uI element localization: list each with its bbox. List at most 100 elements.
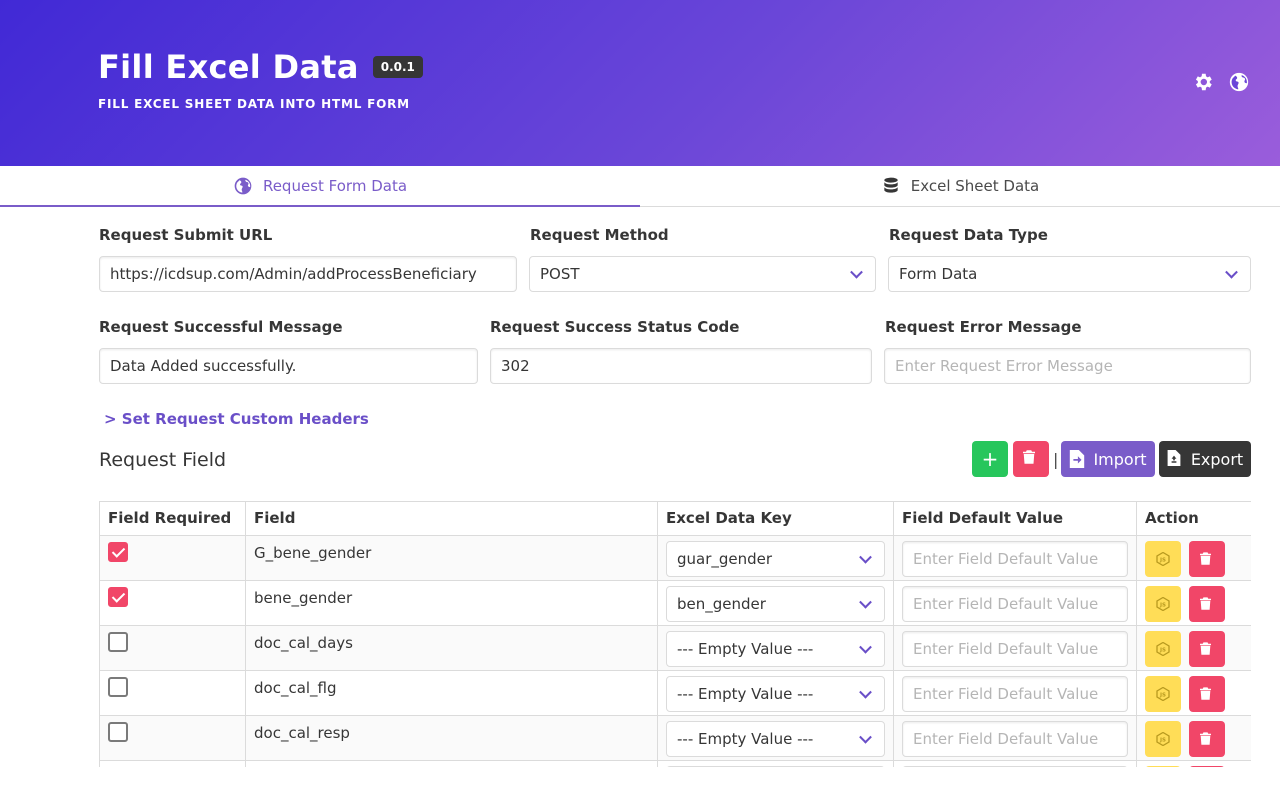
success-code-input[interactable] [490, 348, 872, 384]
field-required-checkbox[interactable] [108, 541, 128, 562]
js-script-button[interactable]: JS [1145, 585, 1181, 622]
error-message-input[interactable] [884, 348, 1251, 384]
field-required-checkbox[interactable] [108, 676, 128, 697]
toolbar-separator: | [1053, 450, 1059, 469]
chevron-down-icon [859, 685, 872, 699]
trash-icon [1200, 641, 1214, 656]
column-header: Field Required [99, 502, 246, 536]
default-value-cell [893, 669, 1137, 716]
tab-excel-sheet-data[interactable]: Excel Sheet Data [640, 166, 1280, 206]
method-select[interactable]: POST [529, 256, 876, 292]
default-value-cell [893, 579, 1137, 626]
globe-icon [233, 176, 253, 196]
request-field-table: Field Required Field Excel Data Key Fiel… [99, 501, 1251, 767]
delete-row-button[interactable] [1189, 720, 1225, 757]
required-cell [99, 759, 246, 767]
import-button[interactable]: Import [1061, 441, 1155, 477]
column-header: Field [245, 502, 658, 536]
default-value-input[interactable] [902, 585, 1128, 622]
field-cell: bene_gender [245, 579, 658, 626]
globe-icon[interactable] [1228, 71, 1250, 93]
default-value-input[interactable] [902, 540, 1128, 577]
default-value-cell [893, 534, 1137, 581]
success-message-label: Request Successful Message [99, 318, 343, 336]
export-button[interactable]: Export [1159, 441, 1251, 477]
js-icon: JS [1156, 731, 1170, 746]
data-type-label: Request Data Type [889, 226, 1048, 244]
delete-row-button[interactable] [1189, 675, 1225, 712]
js-script-button[interactable]: JS [1145, 765, 1181, 767]
table-row: bene_gender ben_gender JS [99, 579, 1251, 626]
delete-row-button[interactable] [1189, 630, 1225, 667]
submit-url-input[interactable] [99, 256, 517, 292]
success-message-input[interactable] [99, 348, 478, 384]
delete-row-button[interactable] [1189, 765, 1225, 767]
js-script-button[interactable]: JS [1145, 540, 1181, 577]
success-code-label: Request Success Status Code [490, 318, 740, 336]
tab-bar: Request Form Data Excel Sheet Data [0, 166, 1280, 207]
file-import-icon [1069, 450, 1085, 468]
field-cell: doc_cal_days [245, 624, 658, 671]
excel-key-cell: ben_gender [657, 579, 894, 626]
add-field-button[interactable]: + [972, 441, 1008, 477]
action-cell: JS [1136, 759, 1251, 767]
svg-text:JS: JS [1159, 602, 1166, 608]
field-required-checkbox[interactable] [108, 766, 128, 767]
field-name: G_bene_gender [254, 543, 372, 562]
excel-key-select[interactable]: ben_gender [666, 585, 885, 622]
action-cell: JS [1136, 669, 1251, 716]
version-tag: 0.0.1 [372, 56, 423, 78]
method-value: POST [540, 265, 580, 283]
table-row: JS [99, 759, 1251, 767]
custom-headers-link[interactable]: > Set Request Custom Headers [104, 410, 369, 428]
column-header: Field Default Value [893, 502, 1137, 536]
excel-key-select[interactable]: --- Empty Value --- [666, 720, 885, 757]
trash-icon [1200, 551, 1214, 566]
default-value-input[interactable] [902, 765, 1128, 767]
js-script-button[interactable]: JS [1145, 720, 1181, 757]
field-cell [245, 759, 658, 767]
field-cell: G_bene_gender [245, 534, 658, 581]
app-title: Fill Excel Data [98, 48, 359, 86]
data-type-select[interactable]: Form Data [888, 256, 1251, 292]
excel-key-cell: --- Empty Value --- [657, 714, 894, 761]
excel-key-select[interactable]: --- Empty Value --- [666, 675, 885, 712]
field-cell: doc_cal_resp [245, 714, 658, 761]
delete-row-button[interactable] [1189, 540, 1225, 577]
action-cell: JS [1136, 714, 1251, 761]
row-actions: JS [1145, 765, 1243, 767]
delete-fields-button[interactable] [1013, 441, 1049, 477]
default-value-input[interactable] [902, 720, 1128, 757]
method-label: Request Method [530, 226, 669, 244]
action-cell: JS [1136, 534, 1251, 581]
js-icon: JS [1156, 596, 1170, 611]
default-value-input[interactable] [902, 675, 1128, 712]
file-export-icon [1167, 450, 1183, 468]
tab-label: Excel Sheet Data [910, 177, 1040, 195]
excel-key-select[interactable]: --- Empty Value --- [666, 630, 885, 667]
tab-request-form-data[interactable]: Request Form Data [0, 166, 640, 207]
field-required-checkbox[interactable] [108, 631, 128, 652]
field-required-checkbox[interactable] [108, 586, 128, 607]
excel-key-value: --- Empty Value --- [677, 729, 814, 748]
excel-key-value: --- Empty Value --- [677, 639, 814, 658]
table-row: doc_cal_resp --- Empty Value --- JS [99, 714, 1251, 761]
chevron-down-icon [850, 265, 863, 279]
excel-key-value: --- Empty Value --- [677, 684, 814, 703]
default-value-input[interactable] [902, 630, 1128, 667]
table-row: doc_cal_flg --- Empty Value --- JS [99, 669, 1251, 716]
field-required-checkbox[interactable] [108, 721, 128, 742]
gear-icon[interactable] [1192, 71, 1214, 93]
chevron-down-icon [859, 640, 872, 654]
row-actions: JS [1145, 585, 1243, 622]
js-script-button[interactable]: JS [1145, 630, 1181, 667]
js-script-button[interactable]: JS [1145, 675, 1181, 712]
app-header: Fill Excel Data 0.0.1 FILL EXCEL SHEET D… [0, 0, 1280, 166]
excel-key-select[interactable] [666, 765, 885, 767]
submit-url-label: Request Submit URL [99, 226, 273, 244]
svg-text:JS: JS [1159, 737, 1166, 743]
required-cell [99, 534, 246, 581]
delete-row-button[interactable] [1189, 585, 1225, 622]
excel-key-cell: --- Empty Value --- [657, 669, 894, 716]
excel-key-select[interactable]: guar_gender [666, 540, 885, 577]
